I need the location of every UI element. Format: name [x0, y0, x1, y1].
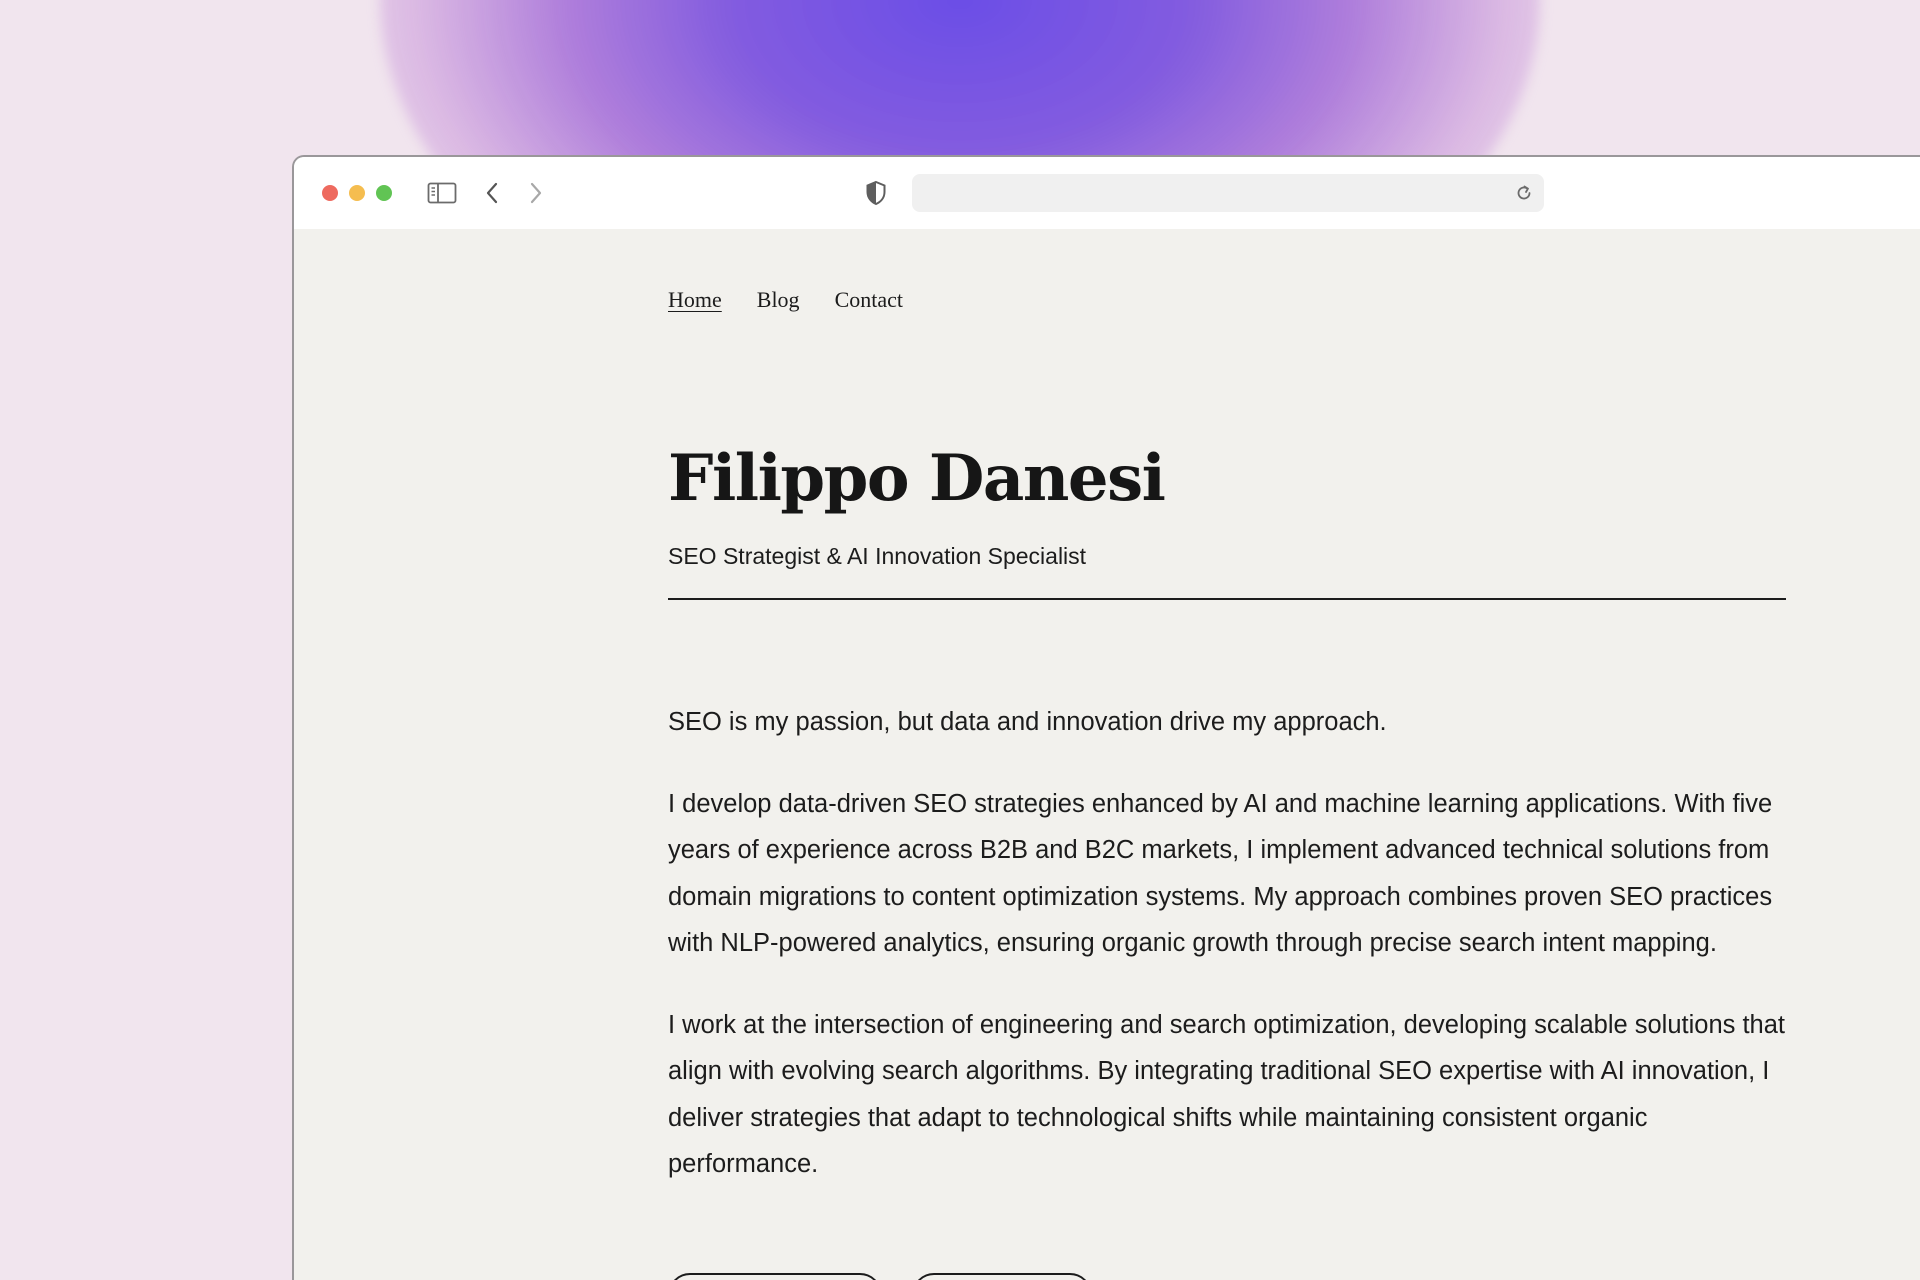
intro-paragraph: SEO is my passion, but data and innovati…	[668, 708, 1387, 736]
browser-window: Home Blog Contact Filippo Danesi SEO Str…	[292, 155, 1920, 1280]
intro-paragraph: I develop data-driven SEO strategies enh…	[668, 789, 1773, 958]
intro-paragraph: I work at the intersection of engineerin…	[668, 1010, 1786, 1179]
browser-toolbar	[294, 157, 1920, 229]
intro-content: SEO is my passion, but data and innovati…	[668, 699, 1793, 1223]
sidebar-icon[interactable]	[426, 177, 458, 209]
header-divider	[668, 598, 1786, 600]
desktop-background: Home Blog Contact Filippo Danesi SEO Str…	[0, 0, 1920, 1280]
action-button[interactable]	[668, 1273, 882, 1280]
nav-link-home[interactable]: Home	[668, 287, 722, 313]
action-buttons	[668, 1273, 1092, 1280]
page-subtitle: SEO Strategist & AI Innovation Specialis…	[668, 543, 1087, 569]
action-button[interactable]	[912, 1273, 1092, 1280]
web-page: Home Blog Contact Filippo Danesi SEO Str…	[294, 229, 1920, 1280]
site-nav: Home Blog Contact	[668, 287, 903, 313]
nav-link-blog[interactable]: Blog	[757, 287, 800, 313]
zoom-window-button[interactable]	[376, 185, 392, 201]
chevron-right-icon[interactable]	[524, 177, 548, 209]
shield-icon[interactable]	[862, 177, 890, 209]
minimize-window-button[interactable]	[349, 185, 365, 201]
chevron-left-icon[interactable]	[480, 177, 504, 209]
address-bar[interactable]	[912, 174, 1544, 212]
page-title: Filippo Danesi	[668, 441, 1166, 516]
nav-link-contact[interactable]: Contact	[835, 287, 903, 313]
close-window-button[interactable]	[322, 185, 338, 201]
reload-icon[interactable]	[1514, 183, 1534, 203]
